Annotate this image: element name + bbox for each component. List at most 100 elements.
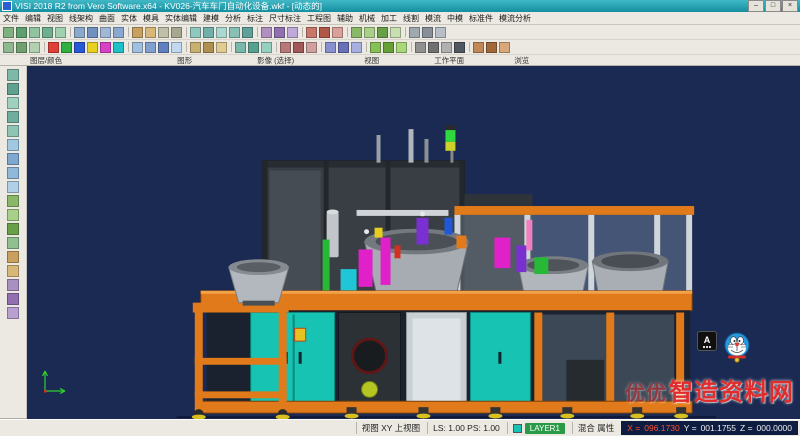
tool-icon[interactable] — [28, 41, 41, 53]
tool-icon[interactable] — [144, 26, 157, 38]
menu-item[interactable]: 模流分析 — [496, 13, 534, 24]
tool-icon[interactable] — [286, 26, 299, 38]
tool-icon[interactable] — [215, 41, 228, 53]
tool-icon[interactable] — [305, 26, 318, 38]
tool-icon[interactable] — [6, 250, 20, 263]
tool-icon[interactable] — [260, 41, 273, 53]
menu-item[interactable]: 机械 — [356, 13, 378, 24]
maximize-button[interactable]: □ — [765, 0, 781, 12]
tool-icon[interactable] — [434, 26, 447, 38]
tool-icon[interactable] — [350, 41, 363, 53]
tool-icon[interactable] — [318, 26, 331, 38]
tool-icon[interactable] — [41, 26, 54, 38]
tool-icon[interactable] — [6, 124, 20, 137]
menu-item[interactable]: 标准件 — [466, 13, 496, 24]
tool-icon[interactable] — [6, 264, 20, 277]
tool-icon[interactable] — [6, 82, 20, 95]
tool-icon[interactable] — [337, 41, 350, 53]
tool-icon[interactable] — [170, 26, 183, 38]
menu-item[interactable]: 线架构 — [66, 13, 96, 24]
tool-icon[interactable] — [99, 41, 112, 53]
menu-item[interactable]: 加工 — [378, 13, 400, 24]
menu-item[interactable]: 视图 — [44, 13, 66, 24]
tool-icon[interactable] — [6, 180, 20, 193]
tool-icon[interactable] — [273, 26, 286, 38]
tool-icon[interactable] — [157, 26, 170, 38]
menu-item[interactable]: 实体编辑 — [162, 13, 200, 24]
menu-item[interactable]: 标注 — [244, 13, 266, 24]
tool-icon[interactable] — [305, 41, 318, 53]
tool-icon[interactable] — [112, 41, 125, 53]
menu-item[interactable]: 线割 — [400, 13, 422, 24]
tool-icon[interactable] — [485, 41, 498, 53]
tool-icon[interactable] — [408, 26, 421, 38]
menu-item[interactable]: 编辑 — [22, 13, 44, 24]
close-button[interactable]: × — [782, 0, 798, 12]
layer-field[interactable]: LAYER1 — [507, 422, 570, 434]
tool-icon[interactable] — [395, 41, 408, 53]
tool-icon[interactable] — [28, 26, 41, 38]
tool-icon[interactable] — [2, 26, 15, 38]
attribute-mode-field[interactable]: 混合 属性 — [572, 422, 619, 434]
tool-icon[interactable] — [414, 41, 427, 53]
tool-icon[interactable] — [6, 96, 20, 109]
machine-3d-model[interactable] — [27, 66, 800, 419]
tool-icon[interactable] — [279, 41, 292, 53]
tool-icon[interactable] — [376, 26, 389, 38]
tool-icon[interactable] — [189, 26, 202, 38]
tool-icon[interactable] — [350, 26, 363, 38]
tool-icon[interactable] — [260, 26, 273, 38]
tool-icon[interactable] — [6, 194, 20, 207]
tool-icon[interactable] — [202, 26, 215, 38]
tool-icon[interactable] — [421, 26, 434, 38]
tool-icon[interactable] — [6, 222, 20, 235]
tool-icon[interactable] — [6, 278, 20, 291]
tool-icon[interactable] — [99, 26, 112, 38]
menu-item[interactable]: 实体 — [118, 13, 140, 24]
menu-item[interactable]: 中模 — [444, 13, 466, 24]
tool-icon[interactable] — [369, 41, 382, 53]
tool-icon[interactable] — [86, 26, 99, 38]
tool-icon[interactable] — [60, 41, 73, 53]
tool-icon[interactable] — [472, 41, 485, 53]
tool-icon[interactable] — [6, 68, 20, 81]
tool-icon[interactable] — [15, 41, 28, 53]
tool-icon[interactable] — [202, 41, 215, 53]
menu-item[interactable]: 模具 — [140, 13, 162, 24]
tool-icon[interactable] — [363, 26, 376, 38]
tool-icon[interactable] — [324, 41, 337, 53]
tool-icon[interactable] — [440, 41, 453, 53]
tool-icon[interactable] — [112, 26, 125, 38]
menu-item[interactable]: 尺寸标注 — [266, 13, 304, 24]
menu-item[interactable]: 曲面 — [96, 13, 118, 24]
layer-badge[interactable]: LAYER1 — [525, 423, 565, 434]
tool-icon[interactable] — [6, 138, 20, 151]
tool-icon[interactable] — [6, 110, 20, 123]
tool-icon[interactable] — [73, 26, 86, 38]
tool-icon[interactable] — [389, 26, 402, 38]
menu-item[interactable]: 工程图 — [304, 13, 334, 24]
tool-icon[interactable] — [6, 166, 20, 179]
menu-item[interactable]: 建模 — [200, 13, 222, 24]
tool-icon[interactable] — [144, 41, 157, 53]
tool-icon[interactable] — [73, 41, 86, 53]
tool-icon[interactable] — [47, 41, 60, 53]
tool-icon[interactable] — [498, 41, 511, 53]
tool-icon[interactable] — [6, 152, 20, 165]
tool-icon[interactable] — [6, 292, 20, 305]
tool-icon[interactable] — [15, 26, 28, 38]
tool-icon[interactable] — [234, 41, 247, 53]
tool-icon[interactable] — [247, 41, 260, 53]
tool-icon[interactable] — [228, 26, 241, 38]
tool-icon[interactable] — [189, 41, 202, 53]
tool-icon[interactable] — [331, 26, 344, 38]
tool-icon[interactable] — [6, 208, 20, 221]
tool-icon[interactable] — [2, 41, 15, 53]
tool-icon[interactable] — [86, 41, 99, 53]
view-mode-field[interactable]: 视图 XY 上视图 — [356, 422, 425, 434]
tool-icon[interactable] — [427, 41, 440, 53]
tool-icon[interactable] — [292, 41, 305, 53]
menu-item[interactable]: 模流 — [422, 13, 444, 24]
tool-icon[interactable] — [157, 41, 170, 53]
tool-icon[interactable] — [382, 41, 395, 53]
